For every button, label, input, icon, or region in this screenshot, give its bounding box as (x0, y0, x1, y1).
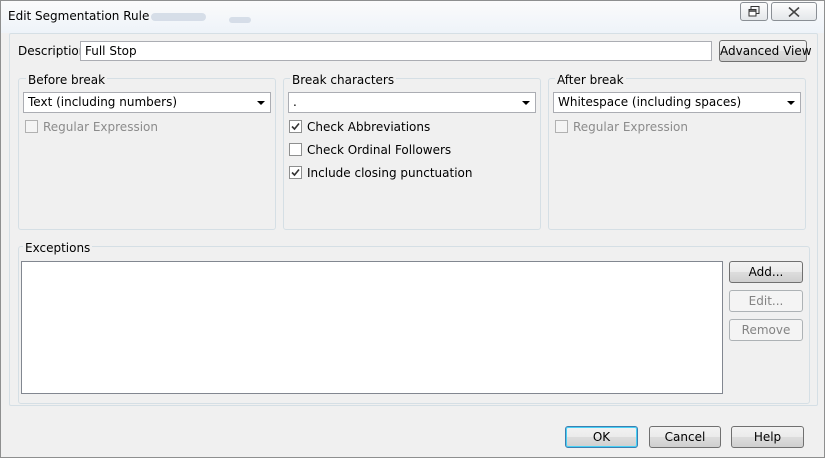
description-field[interactable]: Full Stop (80, 41, 712, 61)
edit-segmentation-rule-dialog: Edit Segmentation Rule Description Full … (0, 0, 825, 458)
edit-exception-button[interactable]: Edit... (729, 290, 803, 312)
restore-button[interactable] (740, 2, 768, 21)
after-break-selected-value: Whitespace (including spaces) (558, 95, 742, 109)
include-closing-punctuation-label: Include closing punctuation (307, 166, 473, 180)
checkmark-icon (291, 168, 300, 177)
before-break-label: Before break (26, 73, 108, 87)
background-window-blur (151, 13, 206, 21)
before-break-selected-value: Text (including numbers) (28, 95, 177, 109)
include-closing-punctuation-checkbox[interactable] (289, 166, 302, 179)
break-characters-select[interactable]: . (288, 92, 536, 113)
window-title: Edit Segmentation Rule (8, 9, 150, 23)
after-break-label: After break (555, 73, 626, 87)
add-exception-button[interactable]: Add... (729, 261, 803, 283)
check-abbreviations-label: Check Abbreviations (307, 120, 431, 134)
break-characters-selected-value: . (293, 95, 297, 109)
chevron-down-icon (522, 101, 530, 105)
check-ordinal-followers-checkbox[interactable] (289, 143, 302, 156)
exceptions-label: Exceptions (23, 241, 93, 255)
help-button[interactable]: Help (731, 426, 804, 448)
title-bar: Edit Segmentation Rule (1, 1, 824, 33)
restore-icon (748, 6, 760, 17)
after-break-regex-checkbox[interactable] (555, 120, 568, 133)
check-ordinal-followers-label: Check Ordinal Followers (307, 143, 452, 157)
remove-exception-button[interactable]: Remove (729, 319, 803, 341)
close-button[interactable] (771, 2, 817, 21)
cancel-button[interactable]: Cancel (649, 426, 721, 448)
check-abbreviations-checkbox[interactable] (289, 120, 302, 133)
before-break-select[interactable]: Text (including numbers) (23, 92, 271, 113)
chevron-down-icon (787, 101, 795, 105)
before-break-regex-checkbox[interactable] (25, 120, 38, 133)
before-break-regex-label: Regular Expression (43, 120, 158, 134)
exceptions-list[interactable] (21, 261, 723, 394)
ok-button[interactable]: OK (565, 426, 638, 448)
after-break-select[interactable]: Whitespace (including spaces) (553, 92, 801, 113)
description-label: Description (18, 44, 87, 58)
close-icon (788, 6, 800, 17)
after-break-regex-label: Regular Expression (573, 120, 688, 134)
checkmark-icon (291, 122, 300, 131)
advanced-view-button[interactable]: Advanced View (719, 40, 812, 62)
background-window-blur-2 (229, 17, 251, 23)
break-characters-label: Break characters (290, 73, 397, 87)
chevron-down-icon (257, 101, 265, 105)
